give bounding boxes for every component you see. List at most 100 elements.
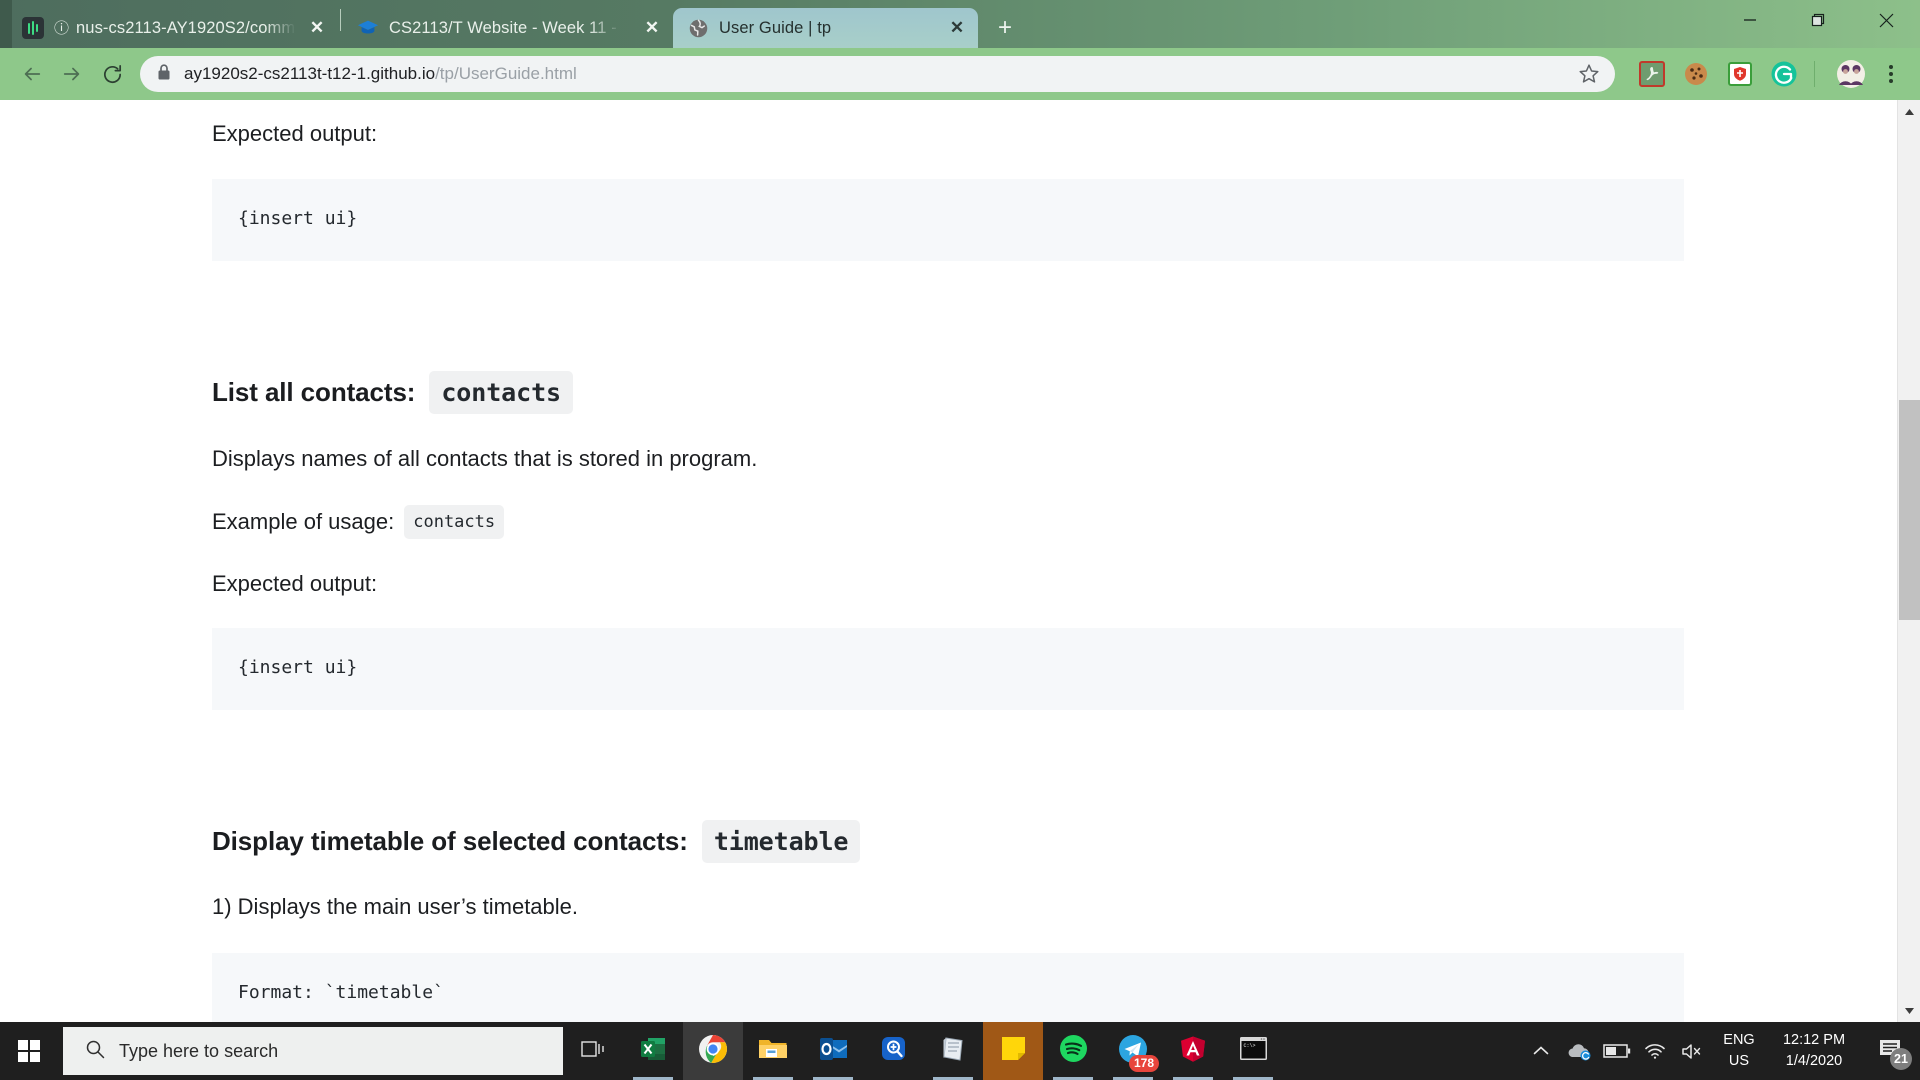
paragraph-contacts-description: Displays names of all contacts that is s… xyxy=(212,445,758,471)
taskbar-app-outlook[interactable] xyxy=(803,1022,863,1080)
ublock-origin-icon[interactable] xyxy=(1723,57,1757,91)
search-input[interactable]: Type here to search xyxy=(63,1027,563,1075)
tab-title: User Guide | tp xyxy=(719,18,832,37)
start-button[interactable] xyxy=(0,1022,58,1080)
tab-strip: ⓘ nus-cs2113-AY1920S2/commu ✕ CS2113/T W… xyxy=(0,0,1920,48)
windows-taskbar: Type here to search 178 C:\> ENG US 12:1… xyxy=(0,1022,1920,1080)
vertical-scrollbar[interactable] xyxy=(1897,100,1920,1022)
graduation-cap-icon xyxy=(357,17,379,39)
volume-muted-icon[interactable] xyxy=(1674,1022,1712,1080)
example-label: Example of usage: xyxy=(212,509,395,535)
clock[interactable]: 12:12 PM 1/4/2020 xyxy=(1766,1030,1862,1072)
windows-logo-icon xyxy=(18,1040,40,1062)
window-controls xyxy=(1716,0,1920,40)
show-hidden-icons-chevron-icon[interactable] xyxy=(1522,1022,1560,1080)
browser-tab-2[interactable]: CS2113/T Website - Week 11 - Pr ✕ xyxy=(343,8,673,48)
bookmark-star-icon[interactable] xyxy=(1577,62,1601,86)
close-icon[interactable]: ✕ xyxy=(641,17,663,39)
tab-title: nus-cs2113-AY1920S2/commu xyxy=(76,18,296,37)
chrome-menu-icon[interactable] xyxy=(1876,57,1906,91)
clock-time: 12:12 PM xyxy=(1782,1031,1846,1048)
file-explorer-icon xyxy=(758,1036,788,1067)
browser-tab-1[interactable]: ⓘ nus-cs2113-AY1920S2/commu ✕ xyxy=(8,8,338,48)
taskbar-app-file-explorer[interactable] xyxy=(743,1022,803,1080)
taskbar-app-spotify[interactable] xyxy=(1043,1022,1103,1080)
search-placeholder: Type here to search xyxy=(119,1040,279,1061)
taskbar-app-command-prompt[interactable]: C:\> xyxy=(1223,1022,1283,1080)
page-content: Expected output: {insert ui} List all co… xyxy=(0,100,1897,1022)
taskbar-app-sticky-notes[interactable] xyxy=(983,1022,1043,1080)
address-bar[interactable]: ay1920s2-cs2113t-t12-1.github.io/tp/User… xyxy=(140,56,1615,92)
adobe-acrobat-icon[interactable] xyxy=(1635,57,1669,91)
example-command-chip: contacts xyxy=(404,504,505,540)
taskbar-app-everything-search[interactable] xyxy=(863,1022,923,1080)
taskbar-app-chrome[interactable] xyxy=(683,1022,743,1080)
chrome-icon xyxy=(698,1034,728,1069)
tab-notification-badge: ⓘ xyxy=(54,19,70,37)
minimize-button[interactable] xyxy=(1716,0,1784,40)
forward-icon[interactable] xyxy=(54,56,90,92)
sticky-notes-icon xyxy=(1000,1035,1027,1067)
svg-text:C:\>: C:\> xyxy=(1243,1043,1255,1049)
heading-command-chip: contacts xyxy=(429,370,573,414)
code-block-format-timetable: Format: `timetable` xyxy=(212,953,1684,1022)
paragraph-expected-output-1: Expected output: xyxy=(212,121,378,146)
onedrive-icon[interactable] xyxy=(1560,1022,1598,1080)
notepad-icon xyxy=(940,1035,967,1067)
outlook-icon xyxy=(819,1036,848,1067)
url-text: ay1920s2-cs2113t-t12-1.github.io/tp/User… xyxy=(184,64,1565,84)
browser-toolbar: ay1920s2-cs2113t-t12-1.github.io/tp/User… xyxy=(0,48,1920,100)
page-viewport: Expected output: {insert ui} List all co… xyxy=(0,100,1920,1022)
scrollbar-thumb[interactable] xyxy=(1899,400,1920,620)
paragraph-timetable-item-1: 1) Displays the main user’s timetable. xyxy=(212,894,579,920)
heading-display-timetable: Display timetable of selected contacts: … xyxy=(212,820,1684,864)
task-view-icon xyxy=(581,1038,605,1065)
battery-icon[interactable] xyxy=(1598,1022,1636,1080)
paragraph-example-of-usage: Example of usage: contacts xyxy=(212,504,1684,540)
excel-icon xyxy=(639,1035,667,1068)
heading-text: List all contacts: xyxy=(212,376,416,407)
taskbar-app-telegram[interactable]: 178 xyxy=(1103,1022,1163,1080)
scroll-up-arrow-icon[interactable] xyxy=(1898,100,1920,123)
search-icon xyxy=(85,1039,105,1064)
search-app-icon xyxy=(880,1035,907,1067)
code-block-insert-ui-2: {insert ui} xyxy=(212,628,1684,711)
profile-avatar[interactable] xyxy=(1834,57,1868,91)
code-block-insert-ui-1: {insert ui} xyxy=(212,178,1684,261)
grammarly-icon[interactable] xyxy=(1767,57,1801,91)
close-icon[interactable]: ✕ xyxy=(306,17,328,39)
browser-tab-3[interactable]: User Guide | tp ✕ xyxy=(673,8,978,48)
reload-icon[interactable] xyxy=(94,56,130,92)
taskbar-app-excel[interactable] xyxy=(623,1022,683,1080)
lock-icon xyxy=(156,63,172,86)
system-tray: ENG US 12:12 PM 1/4/2020 21 xyxy=(1522,1022,1920,1080)
restore-button[interactable] xyxy=(1784,0,1852,40)
language-indicator[interactable]: ENG US xyxy=(1712,1030,1766,1072)
heading-command-chip: timetable xyxy=(701,820,861,864)
spotify-icon xyxy=(1059,1034,1088,1068)
wifi-icon[interactable] xyxy=(1636,1022,1674,1080)
notification-center-button[interactable]: 21 xyxy=(1862,1022,1920,1080)
close-icon[interactable]: ✕ xyxy=(946,17,968,39)
clock-date: 1/4/2020 xyxy=(1785,1053,1843,1069)
taskbar-app-angular[interactable] xyxy=(1163,1022,1223,1080)
back-icon[interactable] xyxy=(14,56,50,92)
heading-text: Display timetable of selected contacts: xyxy=(212,826,688,857)
browser-window: ⓘ nus-cs2113-AY1920S2/commu ✕ CS2113/T W… xyxy=(0,0,1920,1022)
taskbar-app-notepad[interactable] xyxy=(923,1022,983,1080)
globe-icon xyxy=(687,17,709,39)
github-bars-icon xyxy=(22,17,44,39)
angular-icon xyxy=(1179,1035,1207,1068)
new-tab-button[interactable]: + xyxy=(988,11,1022,45)
paragraph-expected-output-2: Expected output: xyxy=(212,571,378,597)
cookie-icon[interactable] xyxy=(1679,57,1713,91)
close-button[interactable] xyxy=(1852,0,1920,40)
command-prompt-icon: C:\> xyxy=(1239,1036,1268,1066)
language-line-1: ENG xyxy=(1723,1031,1755,1048)
taskbar-app-task-view[interactable] xyxy=(563,1022,623,1080)
tab-divider xyxy=(340,8,341,31)
url-path: /tp/UserGuide.html xyxy=(435,64,577,83)
telegram-unread-badge: 178 xyxy=(1128,1055,1159,1072)
language-line-2: US xyxy=(1728,1053,1750,1069)
scroll-down-arrow-icon[interactable] xyxy=(1898,999,1920,1022)
